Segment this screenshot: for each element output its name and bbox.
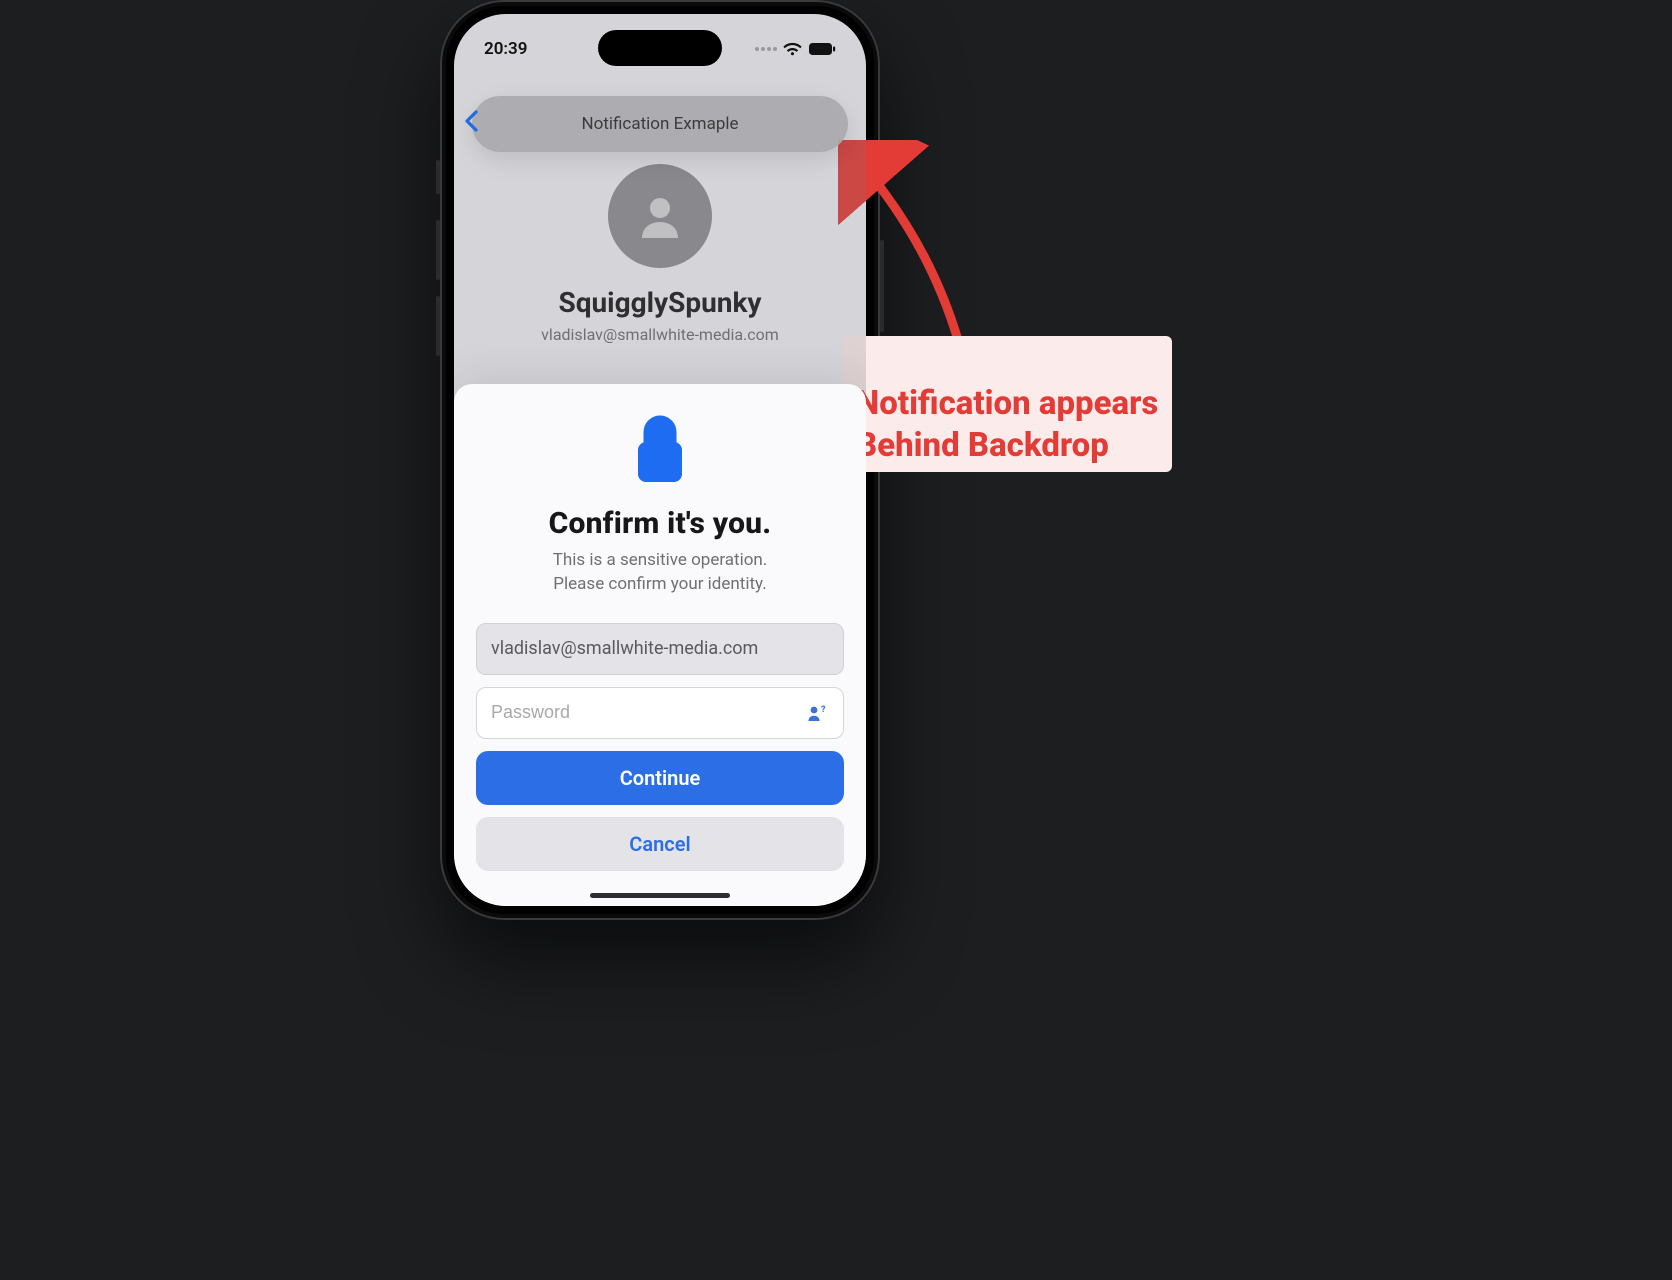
continue-button[interactable]: Continue — [476, 751, 844, 805]
cellular-dots-icon — [755, 47, 777, 51]
battery-icon — [808, 42, 836, 56]
email-value: vladislav@smallwhite-media.com — [491, 638, 758, 659]
password-input[interactable] — [491, 702, 807, 723]
password-field[interactable]: ? — [476, 687, 844, 739]
cancel-button[interactable]: Cancel — [476, 817, 844, 871]
continue-label: Continue — [620, 766, 701, 790]
home-indicator[interactable] — [590, 893, 730, 898]
iphone-frame: 20:39 Notification Exmaple — [440, 0, 880, 920]
screen: 20:39 Notification Exmaple — [454, 14, 866, 906]
phone-side-button — [880, 240, 884, 332]
cancel-label: Cancel — [629, 832, 690, 856]
phone-side-button — [436, 296, 440, 356]
phone-side-button — [436, 160, 440, 194]
email-field: vladislav@smallwhite-media.com — [476, 623, 844, 675]
dynamic-island — [598, 30, 722, 66]
lock-icon — [632, 412, 688, 492]
status-indicators — [755, 42, 836, 56]
wifi-icon — [783, 42, 802, 56]
annotation-callout: Notification appears Behind Backdrop — [842, 336, 1172, 472]
sheet-subtitle: This is a sensitive operation. Please co… — [553, 549, 768, 597]
confirm-sheet: Confirm it's you. This is a sensitive op… — [454, 384, 866, 906]
status-time: 20:39 — [484, 39, 527, 59]
svg-text:?: ? — [821, 705, 826, 715]
sheet-title: Confirm it's you. — [549, 506, 772, 541]
password-autofill-icon[interactable]: ? — [807, 704, 829, 722]
annotation-text: Notification appears Behind Backdrop — [856, 384, 1158, 464]
phone-side-button — [436, 220, 440, 280]
